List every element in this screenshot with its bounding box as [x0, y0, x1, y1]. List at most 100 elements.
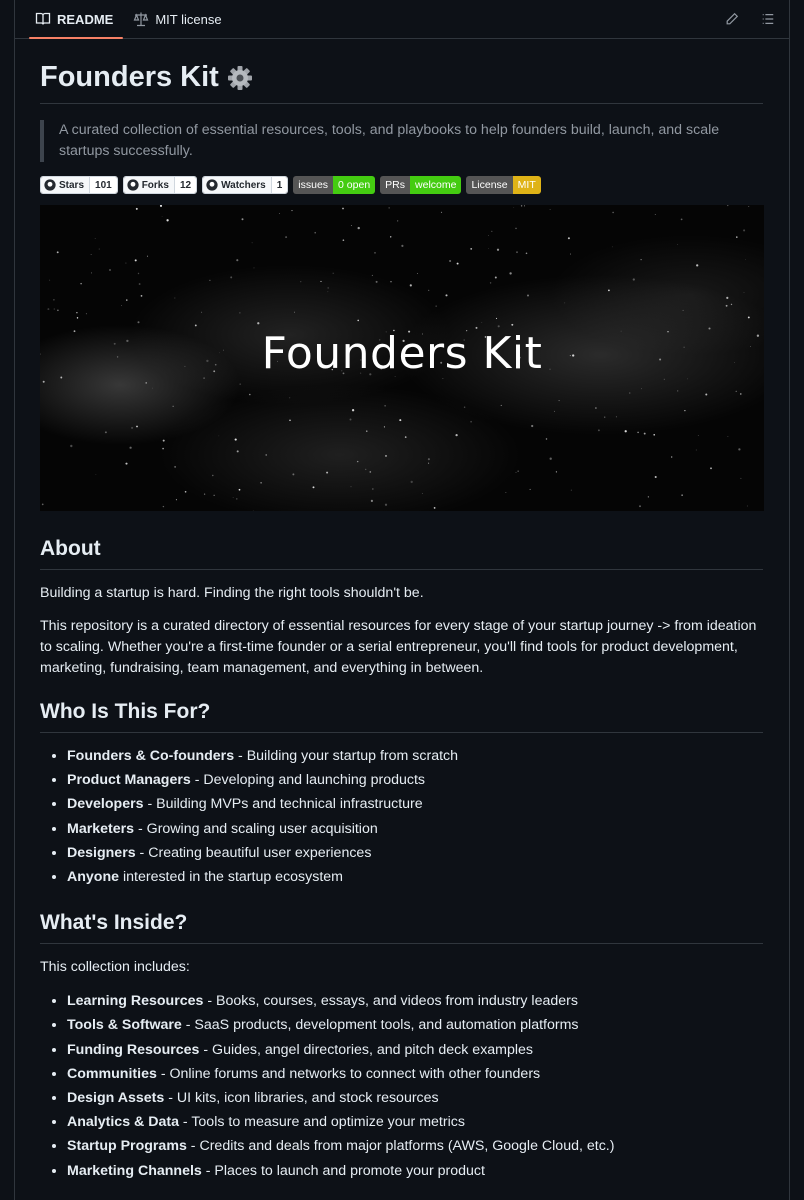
scale-icon	[133, 11, 149, 27]
forks-badge[interactable]: Forks 12	[122, 176, 198, 194]
watchers-count: 1	[270, 177, 288, 193]
readme-body: Founders Kit A curated collection of ess…	[15, 61, 789, 1183]
star	[80, 282, 82, 285]
star	[511, 323, 514, 326]
star	[104, 431, 107, 434]
star	[515, 471, 517, 473]
issues-badge[interactable]: issues 0 open	[293, 176, 376, 194]
star	[637, 431, 639, 434]
star	[146, 255, 149, 257]
star	[696, 264, 699, 267]
license-badge[interactable]: License MIT	[466, 176, 541, 194]
license-value: MIT	[512, 176, 541, 194]
star	[682, 309, 684, 311]
github-icon	[206, 179, 218, 191]
star	[91, 272, 92, 274]
star	[705, 393, 708, 396]
star	[251, 242, 253, 244]
star	[327, 287, 330, 289]
tab-readme-label: README	[57, 11, 114, 27]
star	[137, 272, 140, 275]
star	[421, 493, 423, 494]
star	[357, 319, 359, 322]
star	[289, 419, 291, 422]
star	[725, 304, 728, 307]
star	[253, 267, 255, 269]
star	[342, 239, 345, 242]
star	[218, 435, 220, 437]
star	[697, 435, 699, 436]
forks-count: 12	[173, 177, 197, 193]
star	[203, 493, 206, 495]
star	[727, 436, 729, 437]
star	[517, 470, 519, 472]
star	[332, 272, 334, 274]
star	[404, 436, 407, 438]
star	[95, 474, 97, 475]
star	[401, 244, 404, 247]
star	[174, 297, 176, 299]
star	[294, 311, 295, 313]
star	[327, 291, 329, 293]
pencil-icon[interactable]	[723, 10, 741, 28]
star	[366, 430, 368, 432]
star	[554, 410, 555, 412]
list-item: Communities - Online forums and networks…	[67, 1062, 763, 1086]
star	[647, 496, 650, 498]
star	[369, 471, 372, 473]
prs-badge[interactable]: PRs welcome	[380, 176, 462, 194]
star	[230, 276, 233, 279]
tab-readme[interactable]: README	[25, 0, 124, 39]
star	[608, 289, 610, 292]
star	[545, 438, 548, 440]
star	[463, 406, 466, 408]
list-item: Founders & Co-founders - Building your s…	[67, 744, 763, 768]
star	[555, 471, 558, 473]
star	[470, 247, 473, 250]
star	[145, 382, 147, 384]
tab-license-label: MIT license	[155, 11, 222, 27]
star	[239, 312, 241, 314]
star	[564, 302, 566, 304]
star	[137, 321, 140, 324]
list-item: Anyone interested in the startup ecosyst…	[67, 865, 763, 889]
star	[746, 505, 748, 507]
star	[470, 420, 472, 423]
stars-badge[interactable]: Stars 101	[40, 176, 118, 194]
star	[427, 458, 430, 461]
gear-icon	[227, 65, 253, 91]
star	[49, 279, 51, 281]
star	[76, 317, 79, 319]
readme-panel: README MIT license Founders Kit A curate…	[14, 0, 790, 1200]
star	[174, 466, 176, 468]
star	[628, 392, 631, 394]
star	[351, 409, 355, 412]
star	[736, 236, 738, 238]
star	[384, 405, 386, 407]
star	[342, 207, 344, 210]
star	[159, 205, 163, 207]
list-item: Developers - Building MVPs and technical…	[67, 792, 763, 816]
star	[166, 219, 169, 222]
star	[94, 238, 96, 239]
list-item: Startup Programs - Credits and deals fro…	[67, 1134, 763, 1158]
star	[209, 279, 211, 282]
star	[513, 207, 515, 208]
star	[175, 499, 177, 501]
list-icon[interactable]	[759, 10, 777, 28]
star	[53, 308, 55, 310]
star	[397, 220, 399, 222]
star	[135, 207, 138, 210]
list-item: Designers - Creating beautiful user expe…	[67, 841, 763, 865]
star	[374, 252, 376, 254]
star	[495, 317, 498, 319]
star	[743, 292, 745, 293]
star	[162, 447, 164, 450]
tab-license[interactable]: MIT license	[123, 0, 231, 38]
inside-list: Learning Resources - Books, courses, ess…	[40, 989, 763, 1183]
star	[326, 471, 329, 474]
star	[654, 214, 656, 215]
star	[611, 246, 613, 248]
watchers-badge[interactable]: Watchers 1	[202, 176, 289, 194]
star	[639, 505, 641, 508]
